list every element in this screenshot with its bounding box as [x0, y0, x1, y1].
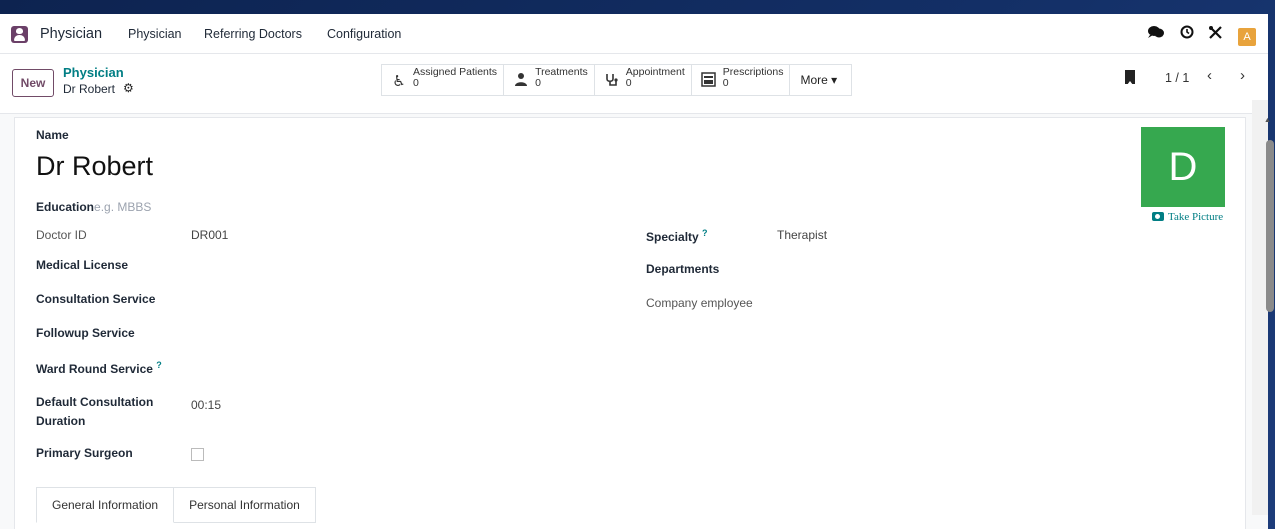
pager-next-icon[interactable]: ›: [1240, 67, 1245, 84]
tools-icon[interactable]: [1208, 25, 1223, 42]
top-navbar: Physician Physician Referring Doctors Co…: [0, 14, 1268, 54]
tab-general-information[interactable]: General Information: [36, 487, 175, 523]
control-panel: New Physician Dr Robert ⚙ ♿ Assigned Pat…: [0, 54, 1268, 114]
ward-round-text: Ward Round Service: [36, 362, 153, 376]
specialty-field[interactable]: Therapist: [777, 228, 827, 242]
smart-button-label: Assigned Patients: [413, 66, 498, 78]
smart-button-count: 0: [625, 77, 632, 89]
name-label: Name: [36, 128, 69, 142]
smart-button-label: Treatments: [535, 66, 588, 78]
help-icon[interactable]: ?: [156, 360, 162, 370]
scrollbar-thumb[interactable]: [1266, 140, 1274, 312]
consultation-service-label: Consultation Service: [36, 292, 156, 306]
physician-app-icon[interactable]: [11, 26, 28, 43]
smart-button-count: 0: [722, 77, 729, 89]
primary-surgeon-label: Primary Surgeon: [36, 446, 133, 460]
medical-license-label: Medical License: [36, 258, 129, 272]
education-label: Education: [36, 200, 95, 214]
breadcrumb-current: Dr Robert: [63, 82, 116, 96]
gear-icon[interactable]: ⚙: [123, 81, 134, 95]
scroll-up-icon[interactable]: ▲: [1264, 117, 1271, 124]
take-picture-link[interactable]: Take Picture: [1152, 211, 1223, 223]
departments-label: Departments: [646, 262, 720, 276]
primary-surgeon-checkbox[interactable]: [191, 448, 204, 461]
treatments-button[interactable]: Treatments 0: [504, 65, 595, 95]
followup-service-label: Followup Service: [36, 326, 135, 340]
users-icon: [512, 72, 530, 92]
default-consultation-duration-label-line2: Duration: [36, 414, 86, 428]
app-brand[interactable]: Physician: [40, 26, 102, 42]
menu-referring-doctors[interactable]: Referring Doctors: [204, 27, 302, 41]
prescriptions-button[interactable]: Prescriptions 0: [692, 65, 791, 95]
smart-button-label: Appointment: [625, 66, 685, 78]
menu-physician[interactable]: Physician: [128, 27, 182, 41]
form-sheet: [14, 117, 1246, 529]
clock-icon[interactable]: [1180, 25, 1194, 42]
doctor-id-field[interactable]: DR001: [191, 228, 228, 242]
chat-icon[interactable]: [1147, 25, 1165, 42]
menu-configuration[interactable]: Configuration: [327, 27, 401, 41]
wheelchair-icon: ♿: [392, 73, 406, 90]
doctor-id-label: Doctor ID: [36, 228, 87, 242]
new-button[interactable]: New: [12, 69, 54, 97]
camera-icon: [1152, 212, 1164, 221]
education-field[interactable]: Educatione.g. MBBS: [36, 200, 151, 214]
specialty-label: Specialty ?: [646, 228, 708, 244]
assigned-patients-button[interactable]: ♿ Assigned Patients 0: [382, 65, 505, 95]
breadcrumb-parent[interactable]: Physician: [63, 65, 124, 80]
pager-value[interactable]: 1 / 1: [1165, 71, 1189, 85]
take-picture-label: Take Picture: [1168, 211, 1224, 223]
appointment-button[interactable]: Appointment 0: [595, 65, 692, 95]
smart-button-count: 0: [535, 77, 541, 89]
more-button[interactable]: More ▾: [790, 65, 851, 95]
smart-button-label: Prescriptions: [722, 66, 784, 78]
notebook-tabs: General Information Personal Information: [36, 487, 316, 523]
default-consultation-duration-field[interactable]: 00:15: [191, 398, 221, 412]
avatar-image[interactable]: D: [1141, 127, 1225, 207]
name-field[interactable]: Dr Robert: [36, 151, 153, 182]
user-avatar[interactable]: A: [1238, 28, 1256, 46]
stethoscope-icon: [603, 72, 621, 92]
bookmark-icon[interactable]: [1125, 70, 1135, 85]
smart-button-count: 0: [413, 77, 419, 89]
pager-prev-icon[interactable]: ‹: [1207, 67, 1212, 84]
specialty-text: Specialty: [646, 230, 699, 244]
tab-personal-information[interactable]: Personal Information: [174, 487, 316, 523]
education-placeholder: e.g. MBBS: [94, 200, 152, 214]
default-consultation-duration-label: Default Consultation: [36, 395, 154, 409]
ward-round-service-label: Ward Round Service ?: [36, 360, 162, 376]
company-employee-label: Company employee: [646, 296, 753, 310]
help-icon[interactable]: ?: [702, 228, 708, 238]
smart-buttons-bar: ♿ Assigned Patients 0 Treatments 0 Appoi…: [381, 64, 853, 96]
prescription-icon: [700, 72, 718, 91]
